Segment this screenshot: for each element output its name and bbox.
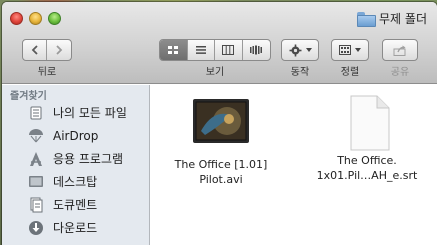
file-name-line-1: The Office [1.01] xyxy=(174,158,268,171)
gear-icon xyxy=(289,44,301,56)
close-button[interactable] xyxy=(10,12,23,25)
sidebar: 즐겨찾기 나의 모든 파일 AirDrop 응용 프로그램 데스크탑 도큐멘트 … xyxy=(2,85,150,245)
list-icon xyxy=(195,46,206,54)
back-label: 뒤로 xyxy=(37,67,57,78)
window-title: 무제 폴더 xyxy=(379,12,427,26)
sidebar-item-all-my-files[interactable]: 나의 모든 파일 xyxy=(2,101,150,124)
sidebar-item-documents[interactable]: 도큐멘트 xyxy=(2,193,150,216)
sidebar-item-label: 데스크탑 xyxy=(53,175,98,189)
coverflow-view-button[interactable] xyxy=(243,40,270,60)
chevron-left-icon xyxy=(31,45,38,55)
sidebar-item-desktop[interactable]: 데스크탑 xyxy=(2,170,150,193)
folder-icon xyxy=(357,12,377,27)
file-item-avi[interactable]: The Office [1.01] Pilot.avi xyxy=(161,93,281,187)
toolbar: 무제 폴더 뒤로 보기 동작 정렬 공유 xyxy=(2,2,437,84)
window-title-bar: 무제 폴더 xyxy=(357,10,427,27)
icon-view-button[interactable] xyxy=(160,40,188,60)
document-icon xyxy=(337,95,397,151)
desktop-icon xyxy=(28,174,44,190)
file-item-srt[interactable]: The Office. 1x01.Pil…AH_e.srt xyxy=(307,93,427,183)
file-name: The Office [1.01] Pilot.avi xyxy=(175,157,268,187)
file-name-line-2: 1x01.Pil…AH_e.srt xyxy=(316,169,418,182)
sidebar-item-downloads[interactable]: 다운로드 xyxy=(2,216,150,239)
downloads-icon xyxy=(28,220,44,236)
action-label: 동작 xyxy=(290,67,310,78)
sidebar-item-label: 도큐멘트 xyxy=(53,198,98,212)
documents-icon xyxy=(28,197,44,213)
sidebar-item-label: 다운로드 xyxy=(53,221,98,235)
file-browser-content: The Office [1.01] Pilot.avi The Office. … xyxy=(151,85,437,245)
share-label: 공유 xyxy=(390,67,410,78)
share-icon xyxy=(393,45,406,56)
sidebar-item-label: 응용 프로그램 xyxy=(53,152,124,166)
airdrop-icon xyxy=(28,128,44,144)
arrange-button[interactable] xyxy=(331,39,369,61)
list-view-button[interactable] xyxy=(188,40,215,60)
column-view-button[interactable] xyxy=(215,40,243,60)
all-my-files-icon xyxy=(28,105,44,121)
navigation-control xyxy=(22,39,72,61)
arrange-grid-icon xyxy=(339,45,351,55)
sidebar-item-applications[interactable]: 응용 프로그램 xyxy=(2,147,150,170)
video-thumbnail-icon xyxy=(191,95,251,147)
chevron-right-icon xyxy=(56,45,63,55)
file-name-line-1: The Office. xyxy=(337,154,397,167)
share-button[interactable] xyxy=(382,39,418,61)
forward-button[interactable] xyxy=(47,40,71,60)
dropdown-arrow-icon xyxy=(355,48,361,52)
action-button[interactable] xyxy=(281,39,319,61)
applications-icon xyxy=(28,151,44,167)
file-name-line-2: Pilot.avi xyxy=(199,173,243,186)
sidebar-item-label: AirDrop xyxy=(53,128,99,143)
sidebar-heading: 즐겨찾기 xyxy=(10,91,47,102)
view-label: 보기 xyxy=(205,67,225,78)
sidebar-item-airdrop[interactable]: AirDrop xyxy=(2,124,150,147)
sidebar-item-label: 나의 모든 파일 xyxy=(53,106,127,120)
back-button[interactable] xyxy=(23,40,48,60)
finder-window: 무제 폴더 뒤로 보기 동작 정렬 공유 즐겨찾기 나의 모든 파일 AirDr… xyxy=(2,2,437,245)
view-mode-control xyxy=(159,39,271,61)
columns-icon xyxy=(222,45,235,55)
dropdown-arrow-icon xyxy=(305,48,312,52)
file-name: The Office. 1x01.Pil…AH_e.srt xyxy=(317,153,418,183)
coverflow-icon xyxy=(250,45,263,55)
grid-icon xyxy=(168,46,179,54)
arrange-label: 정렬 xyxy=(340,67,360,78)
zoom-button[interactable] xyxy=(48,12,61,25)
minimize-button[interactable] xyxy=(29,12,42,25)
